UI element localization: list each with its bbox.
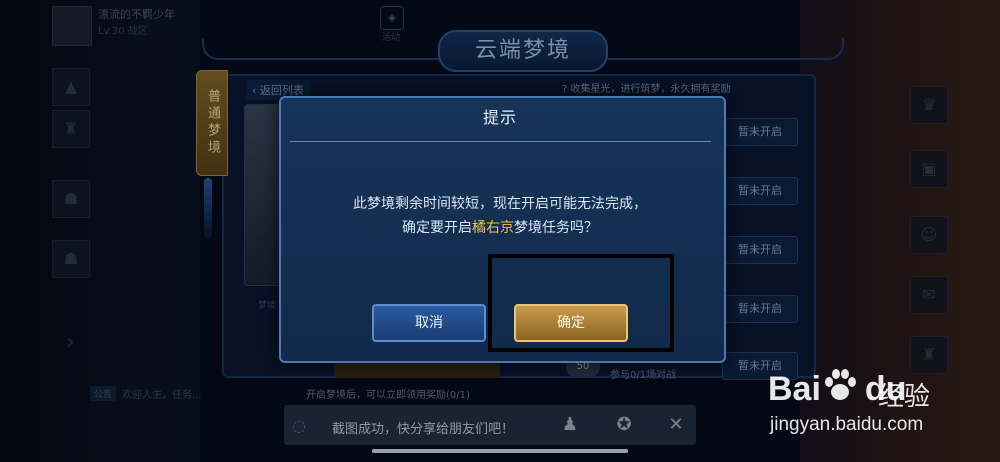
dialog-message-line2: 确定要开启橘右京梦境任务吗？ [300,216,700,240]
baidu-paw-icon [825,369,856,400]
cancel-button[interactable]: 取消 [372,304,486,342]
dialog-header-divider [290,135,711,142]
dialog-message: 此梦境剩余时间较短，现在开启可能无法完成， 确定要开启橘右京梦境任务吗？ [300,192,700,240]
home-indicator[interactable] [372,449,628,453]
annotation-highlight-box [488,254,674,352]
hero-name-highlight: 橘右京 [472,220,514,236]
baidu-jingyan-text: 经验 [878,382,931,412]
watermark-url: jingyan.baidu.com [770,414,924,435]
dialog-message-line1: 此梦境剩余时间较短，现在开启可能无法完成， [353,196,647,212]
baidu-brand-part1: Bai [768,370,821,408]
dialog-title: 提示 [482,108,517,127]
dialog-message-suffix: 梦境任务吗？ [514,220,598,236]
dialog-message-prefix: 确定要开启 [402,220,472,236]
